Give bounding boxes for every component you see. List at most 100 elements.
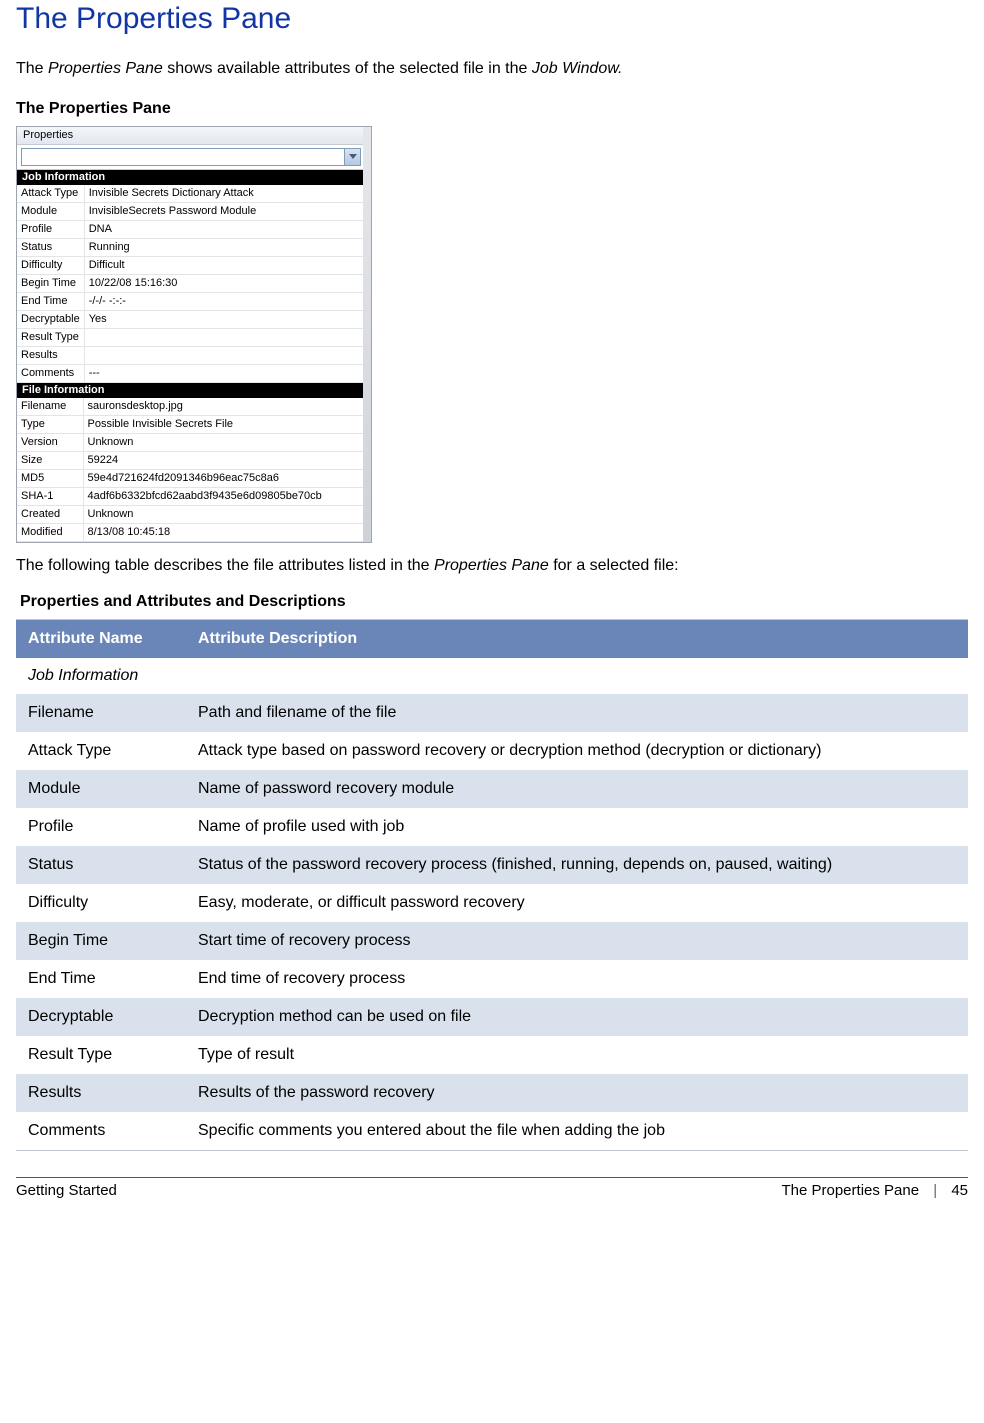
- pane-key: Decryptable: [17, 311, 84, 329]
- pane-val: 10/22/08 15:16:30: [84, 275, 363, 293]
- pane-key: Status: [17, 239, 84, 257]
- table-intro-text: for a selected file:: [549, 557, 679, 574]
- pane-row: CreatedUnknown: [17, 506, 363, 524]
- pane-val: InvisibleSecrets Password Module: [84, 203, 363, 221]
- pane-key: MD5: [17, 470, 83, 488]
- pane-val: [84, 347, 363, 365]
- table-row: CommentsSpecific comments you entered ab…: [16, 1112, 968, 1151]
- footer-section: The Properties Pane: [781, 1182, 919, 1199]
- attr-desc: Status of the password recovery process …: [186, 846, 968, 884]
- attr-name: Results: [16, 1074, 186, 1112]
- pane-key: Created: [17, 506, 83, 524]
- attributes-table: Attribute Name Attribute Description Job…: [16, 619, 968, 1151]
- intro-paragraph: The Properties Pane shows available attr…: [16, 60, 968, 78]
- pane-key: Comments: [17, 365, 84, 383]
- footer-right: The Properties Pane | 45: [781, 1182, 968, 1199]
- footer-left: Getting Started: [16, 1182, 117, 1199]
- pane-key: Size: [17, 452, 83, 470]
- attr-desc: Name of profile used with job: [186, 808, 968, 846]
- attr-name: End Time: [16, 960, 186, 998]
- pane-row: Begin Time10/22/08 15:16:30: [17, 275, 363, 293]
- table-row: ModuleName of password recovery module: [16, 770, 968, 808]
- th-attribute-name: Attribute Name: [16, 620, 186, 659]
- pane-select-row: [17, 145, 371, 170]
- attr-desc: Name of password recovery module: [186, 770, 968, 808]
- figure-caption: The Properties Pane: [16, 100, 968, 118]
- attr-desc: Type of result: [186, 1036, 968, 1074]
- table-row: FilenamePath and filename of the file: [16, 694, 968, 732]
- table-row: Begin TimeStart time of recovery process: [16, 922, 968, 960]
- attr-desc: End time of recovery process: [186, 960, 968, 998]
- intro-text: The: [16, 60, 48, 77]
- pane-val: 59e4d721624fd2091346b96eac75c8a6: [83, 470, 363, 488]
- pane-dropdown[interactable]: [21, 148, 361, 166]
- pane-key: Difficulty: [17, 257, 84, 275]
- attr-name: Begin Time: [16, 922, 186, 960]
- pane-key: End Time: [17, 293, 84, 311]
- pane-grid-file-info: Filenamesauronsdesktop.jpg TypePossible …: [17, 398, 363, 542]
- table-title: Properties and Attributes and Descriptio…: [20, 593, 968, 611]
- table-row: Result TypeType of result: [16, 1036, 968, 1074]
- table-section-row: Job Information: [16, 658, 968, 694]
- footer-separator: |: [933, 1182, 937, 1199]
- pane-key: Results: [17, 347, 84, 365]
- pane-key: SHA-1: [17, 488, 83, 506]
- table-row: DecryptableDecryption method can be used…: [16, 998, 968, 1036]
- table-row: StatusStatus of the password recovery pr…: [16, 846, 968, 884]
- pane-val: DNA: [84, 221, 363, 239]
- attr-desc: Start time of recovery process: [186, 922, 968, 960]
- pane-row: TypePossible Invisible Secrets File: [17, 416, 363, 434]
- attr-desc: Easy, moderate, or difficult password re…: [186, 884, 968, 922]
- attr-desc: Specific comments you entered about the …: [186, 1112, 968, 1151]
- pane-val: sauronsdesktop.jpg: [83, 398, 363, 416]
- pane-val: 59224: [83, 452, 363, 470]
- pane-row: Modified8/13/08 10:45:18: [17, 524, 363, 542]
- footer-rule: [16, 1177, 968, 1178]
- pane-row: Results: [17, 347, 363, 365]
- table-header-row: Attribute Name Attribute Description: [16, 620, 968, 659]
- attr-desc: Path and filename of the file: [186, 694, 968, 732]
- attr-name: Profile: [16, 808, 186, 846]
- attr-name: Comments: [16, 1112, 186, 1151]
- table-row: Attack TypeAttack type based on password…: [16, 732, 968, 770]
- page-title: The Properties Pane: [16, 0, 968, 36]
- pane-val: ---: [84, 365, 363, 383]
- pane-row: StatusRunning: [17, 239, 363, 257]
- attr-name: Decryptable: [16, 998, 186, 1036]
- pane-val: Invisible Secrets Dictionary Attack: [84, 185, 363, 203]
- footer-page-number: 45: [951, 1182, 968, 1199]
- pane-row: VersionUnknown: [17, 434, 363, 452]
- table-section-label: Job Information: [16, 658, 968, 694]
- pane-row: End Time-/-/- -:-:-: [17, 293, 363, 311]
- intro-text: shows available attributes of the select…: [163, 60, 532, 77]
- pane-val: Difficult: [84, 257, 363, 275]
- pane-row: Comments---: [17, 365, 363, 383]
- pane-row: Attack TypeInvisible Secrets Dictionary …: [17, 185, 363, 203]
- pane-key: Profile: [17, 221, 84, 239]
- attr-name: Attack Type: [16, 732, 186, 770]
- attr-name: Difficulty: [16, 884, 186, 922]
- chevron-down-icon: [344, 149, 360, 165]
- attr-name: Module: [16, 770, 186, 808]
- pane-titlebar: Properties: [17, 127, 371, 145]
- table-intro-em: Properties Pane: [434, 557, 549, 574]
- pane-key: Attack Type: [17, 185, 84, 203]
- pane-row: ProfileDNA: [17, 221, 363, 239]
- page-footer: Getting Started The Properties Pane | 45: [16, 1182, 968, 1199]
- pane-key: Version: [17, 434, 83, 452]
- pane-row: Result Type: [17, 329, 363, 347]
- pane-val: Yes: [84, 311, 363, 329]
- pane-row: Size59224: [17, 452, 363, 470]
- attr-desc: Results of the password recovery: [186, 1074, 968, 1112]
- table-row: ProfileName of profile used with job: [16, 808, 968, 846]
- intro-em-job-window: Job Window.: [532, 60, 623, 77]
- pane-row: DifficultyDifficult: [17, 257, 363, 275]
- pane-val: 4adf6b6332bfcd62aabd3f9435e6d09805be70cb: [83, 488, 363, 506]
- pane-section-header: Job Information: [17, 170, 371, 185]
- pane-key: Filename: [17, 398, 83, 416]
- pane-key: Module: [17, 203, 84, 221]
- attr-desc: Decryption method can be used on file: [186, 998, 968, 1036]
- table-row: End TimeEnd time of recovery process: [16, 960, 968, 998]
- pane-val: Unknown: [83, 506, 363, 524]
- pane-key: Result Type: [17, 329, 84, 347]
